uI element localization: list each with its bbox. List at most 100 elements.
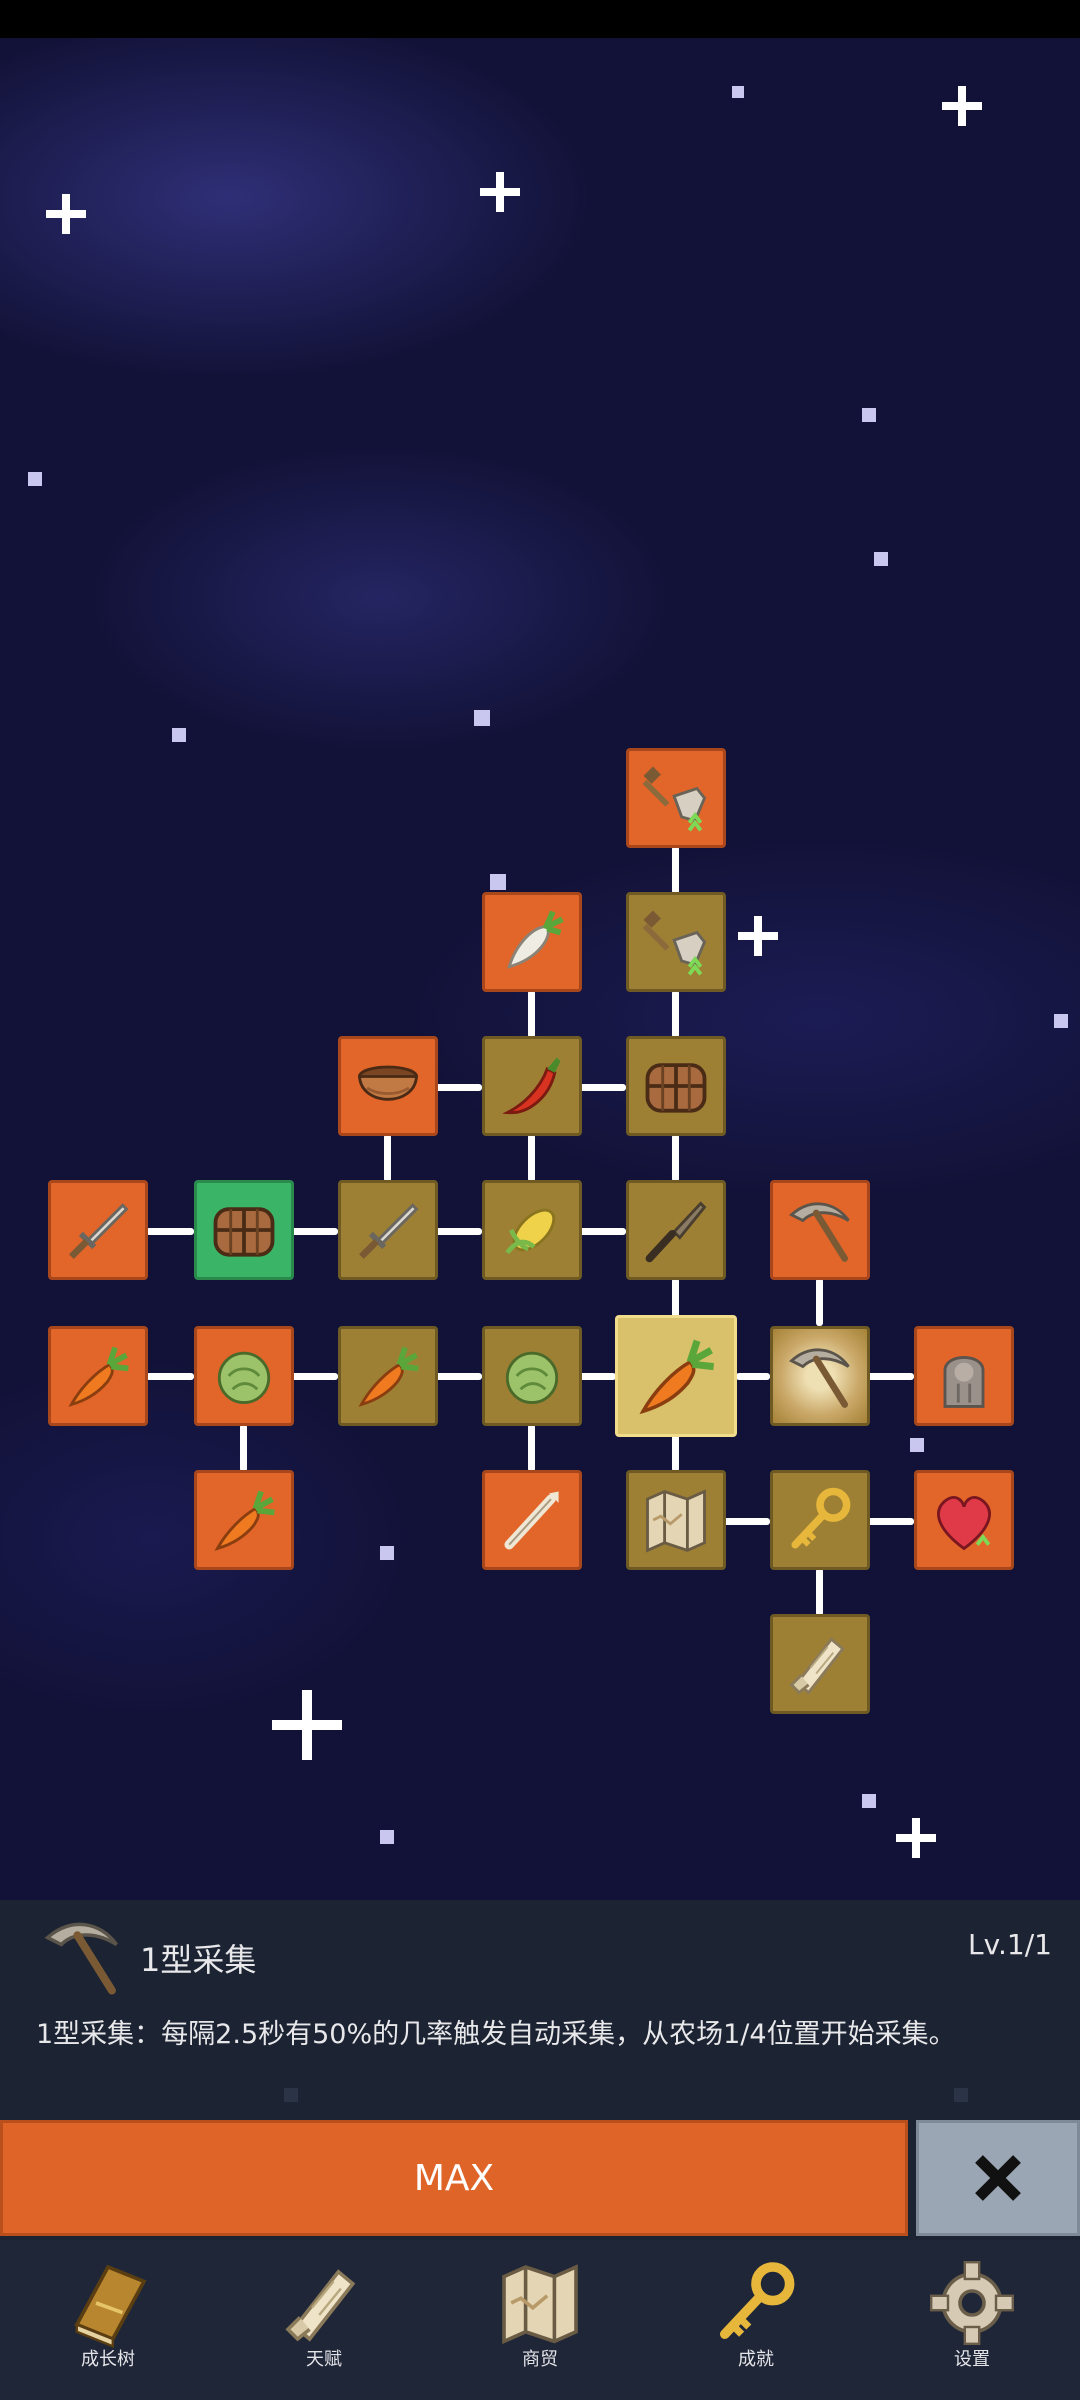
- skill-title: 1型采集: [140, 1941, 257, 1979]
- knife-icon: [638, 1192, 714, 1268]
- skill-node-carrot-root[interactable]: [615, 1315, 737, 1437]
- tree-connector: [578, 1084, 626, 1091]
- skill-node-carrot-upgrade-tan[interactable]: [338, 1326, 438, 1426]
- tree-connector: [528, 1424, 535, 1472]
- nav-trade[interactable]: 商贸: [470, 2255, 610, 2395]
- tree-connector: [434, 1228, 482, 1235]
- skill-node-radish[interactable]: [482, 892, 582, 992]
- skill-node-shovel-upgrade-2[interactable]: [626, 748, 726, 848]
- skill-node-pickaxe-selected[interactable]: [770, 1326, 870, 1426]
- close-icon: [975, 2155, 1021, 2201]
- pickaxe-icon: [782, 1192, 858, 1268]
- shovel-icon: [638, 760, 714, 836]
- bowl-icon: [350, 1048, 426, 1124]
- close-button[interactable]: [916, 2120, 1080, 2236]
- skill-node-heart[interactable]: [914, 1470, 1014, 1570]
- tree-connector: [528, 990, 535, 1038]
- tree-connector: [146, 1373, 194, 1380]
- pickaxe-icon: [36, 1910, 128, 2002]
- cabbage-icon: [206, 1338, 282, 1414]
- star: [380, 1546, 394, 1560]
- tree-connector: [384, 1134, 391, 1182]
- shovel-icon: [638, 904, 714, 980]
- tree-connector: [240, 1424, 247, 1472]
- skill-node-chest-green[interactable]: [194, 1180, 294, 1280]
- statue-icon: [926, 1338, 1002, 1414]
- panel-decoration: [284, 2088, 298, 2102]
- skill-node-carrot-upgrade[interactable]: [48, 1326, 148, 1426]
- chest-icon: [206, 1192, 282, 1268]
- tree-connector: [528, 1134, 535, 1182]
- tree-connector: [816, 1568, 823, 1616]
- tree-connector: [736, 1373, 770, 1380]
- tree-connector: [434, 1373, 482, 1380]
- skill-node-chili[interactable]: [482, 1036, 582, 1136]
- sparkle-star: [896, 1818, 936, 1858]
- star: [490, 874, 506, 890]
- tree-connector: [672, 846, 679, 894]
- nav-talent[interactable]: 天赋: [254, 2255, 394, 2395]
- panel-decoration: [954, 2088, 968, 2102]
- sparkle-star: [738, 916, 778, 956]
- skill-node-bowl[interactable]: [338, 1036, 438, 1136]
- skill-node-sword-tan[interactable]: [338, 1180, 438, 1280]
- star: [1054, 1014, 1068, 1028]
- key-icon: [708, 2255, 804, 2351]
- tree-connector: [672, 1432, 679, 1472]
- skill-level: Lv.1/1: [968, 1928, 1052, 1961]
- tree-connector: [290, 1228, 338, 1235]
- skill-node-statue[interactable]: [914, 1326, 1014, 1426]
- nav-label: 成就: [738, 2349, 774, 2370]
- skill-node-knife[interactable]: [626, 1180, 726, 1280]
- chest-icon: [638, 1048, 714, 1124]
- star: [862, 1794, 876, 1808]
- skill-node-chest[interactable]: [626, 1036, 726, 1136]
- skill-node-scroll[interactable]: [770, 1614, 870, 1714]
- nav-label: 商贸: [522, 2349, 558, 2370]
- tree-connector: [578, 1373, 616, 1380]
- tree-connector: [866, 1373, 914, 1380]
- star: [28, 472, 42, 486]
- max-button[interactable]: MAX: [0, 2120, 908, 2236]
- corn-icon: [494, 1192, 570, 1268]
- tree-connector: [866, 1518, 914, 1525]
- nav-achievement[interactable]: 成就: [686, 2255, 826, 2395]
- tree-connector: [434, 1084, 482, 1091]
- key-icon: [782, 1482, 858, 1558]
- skill-node-bone[interactable]: [482, 1470, 582, 1570]
- map-icon: [638, 1482, 714, 1558]
- tree-connector: [672, 1278, 679, 1318]
- star: [910, 1438, 924, 1452]
- skill-description: 1型采集：每隔2.5秒有50%的几率触发自动采集，从农场1/4位置开始采集。: [36, 2019, 956, 2050]
- carrot-icon: [629, 1329, 723, 1423]
- skill-node-pickaxe-upgrade[interactable]: [770, 1180, 870, 1280]
- star: [732, 86, 744, 98]
- max-button-label: MAX: [413, 2157, 495, 2199]
- pickaxe-icon: [782, 1338, 858, 1414]
- tree-connector: [722, 1518, 770, 1525]
- skill-node-sword[interactable]: [48, 1180, 148, 1280]
- skill-node-key[interactable]: [770, 1470, 870, 1570]
- tree-connector: [672, 1134, 679, 1182]
- skill-node-corn[interactable]: [482, 1180, 582, 1280]
- nav-settings[interactable]: 设置: [902, 2255, 1042, 2395]
- skill-node-cabbage[interactable]: [482, 1326, 582, 1426]
- nav-label: 成长树: [81, 2349, 135, 2370]
- skill-node-carrot-upgrade-2[interactable]: [194, 1470, 294, 1570]
- skill-node-cabbage-upgrade[interactable]: [194, 1326, 294, 1426]
- sword-icon: [350, 1192, 426, 1268]
- sparkle-star: [272, 1690, 342, 1760]
- nav-growth-tree[interactable]: 成长树: [38, 2255, 178, 2395]
- scroll-icon: [276, 2255, 372, 2351]
- bone-icon: [494, 1482, 570, 1558]
- star: [474, 710, 490, 726]
- skill-node-map[interactable]: [626, 1470, 726, 1570]
- tree-connector: [578, 1228, 626, 1235]
- scroll-icon: [782, 1626, 858, 1702]
- sword-icon: [60, 1192, 136, 1268]
- skill-node-shovel-upgrade-1[interactable]: [626, 892, 726, 992]
- star: [874, 552, 888, 566]
- sparkle-star: [480, 172, 520, 212]
- nav-label: 设置: [954, 2349, 990, 2370]
- tree-connector: [672, 990, 679, 1038]
